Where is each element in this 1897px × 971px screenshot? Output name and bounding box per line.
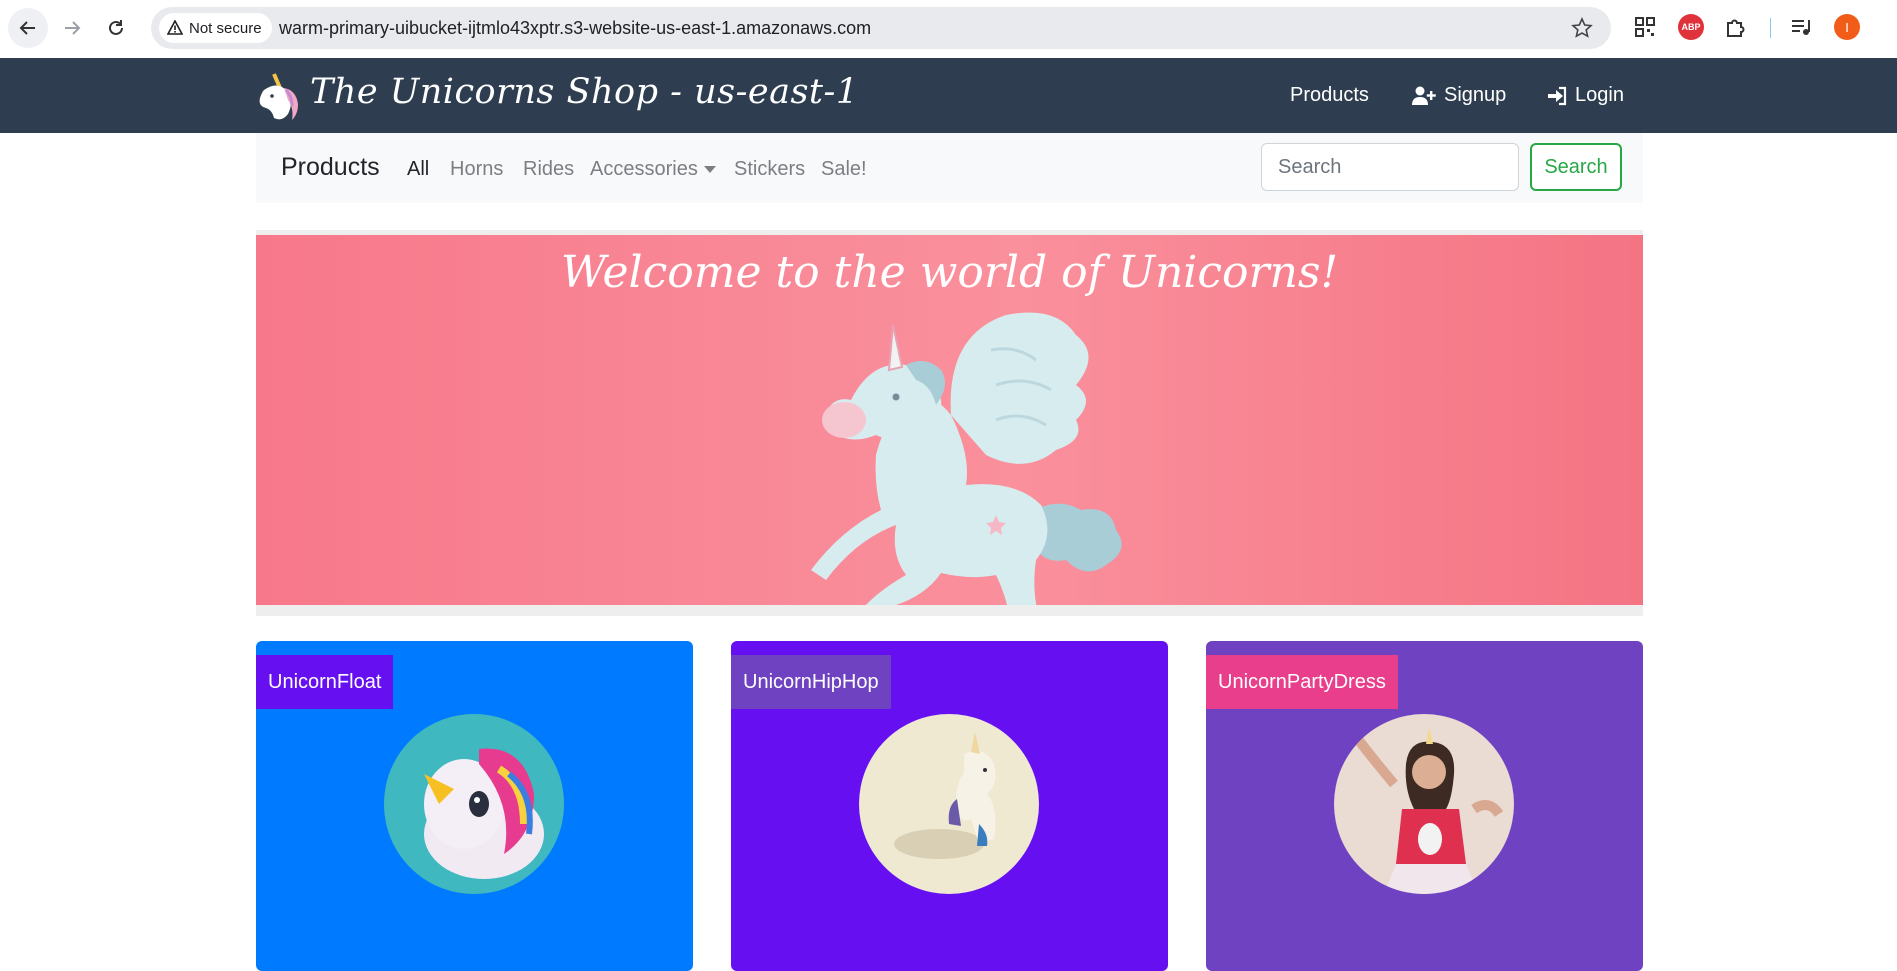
winged-unicorn-illustration xyxy=(811,312,1122,605)
site-brand-title[interactable]: The Unicorns Shop - us-east-1 xyxy=(310,72,859,112)
adblock-plus-icon[interactable]: ABP xyxy=(1678,14,1704,40)
security-chip[interactable]: Not secure xyxy=(159,13,272,43)
product-image-unicorn-float[interactable] xyxy=(384,714,564,894)
address-bar[interactable]: Not secure warm-primary-uibucket-ijtmlo4… xyxy=(151,7,1611,49)
product-card[interactable]: UnicornHipHop xyxy=(731,641,1168,971)
product-card-title[interactable]: UnicornFloat xyxy=(256,655,394,709)
product-image-unicorn-party-dress[interactable] xyxy=(1334,714,1514,894)
arrow-left-icon xyxy=(19,21,35,35)
browser-toolbar: Not secure warm-primary-uibucket-ijtmlo4… xyxy=(0,0,1897,58)
toolbar-divider xyxy=(1770,18,1771,38)
category-stickers[interactable]: Stickers xyxy=(734,158,805,181)
media-queue-icon[interactable] xyxy=(1788,14,1814,40)
bookmark-star-icon[interactable] xyxy=(1571,17,1593,39)
qr-code-icon[interactable] xyxy=(1632,14,1658,40)
security-label: Not secure xyxy=(189,19,262,37)
unicorn-logo-icon[interactable] xyxy=(254,70,302,124)
reload-icon xyxy=(109,20,123,35)
category-horns[interactable]: Horns xyxy=(450,158,503,181)
caret-down-icon xyxy=(703,166,716,174)
warning-icon xyxy=(167,20,183,35)
nav-signup-link[interactable]: Signup xyxy=(1412,84,1506,107)
nav-login-label: Login xyxy=(1575,84,1624,106)
category-all[interactable]: All xyxy=(407,158,429,181)
category-sale[interactable]: Sale! xyxy=(821,158,867,181)
hero-banner-image: Welcome to the world of Unicorns! xyxy=(256,235,1643,605)
category-accessories-dropdown[interactable]: Accessories xyxy=(590,158,716,181)
forward-button[interactable] xyxy=(52,8,92,48)
category-rides[interactable]: Rides xyxy=(523,158,574,181)
search-button[interactable]: Search xyxy=(1530,143,1622,191)
product-card-title[interactable]: UnicornHipHop xyxy=(731,655,891,709)
nav-products-label: Products xyxy=(1290,84,1369,106)
back-button[interactable] xyxy=(8,8,48,48)
search-input[interactable] xyxy=(1261,143,1519,191)
nav-login-link[interactable]: Login xyxy=(1547,84,1624,107)
reload-button[interactable] xyxy=(96,8,136,48)
url-text[interactable]: warm-primary-uibucket-ijtmlo43xptr.s3-we… xyxy=(279,18,871,39)
category-navbar-brand[interactable]: Products xyxy=(281,153,380,182)
product-card[interactable]: UnicornFloat xyxy=(256,641,693,971)
arrow-right-icon xyxy=(65,21,81,35)
category-navbar: Products All Horns Rides Accessories Sti… xyxy=(256,133,1643,203)
user-plus-icon xyxy=(1412,86,1436,105)
hero-banner: Welcome to the world of Unicorns! xyxy=(256,230,1643,616)
product-card[interactable]: UnicornPartyDress xyxy=(1206,641,1643,971)
product-card-title[interactable]: UnicornPartyDress xyxy=(1206,655,1398,709)
category-accessories-label: Accessories xyxy=(590,158,698,180)
product-image-unicorn-hiphop[interactable] xyxy=(859,714,1039,894)
puzzle-extensions-icon[interactable] xyxy=(1722,14,1748,40)
nav-products-link[interactable]: Products xyxy=(1290,84,1369,107)
sign-in-icon xyxy=(1548,86,1567,105)
hero-title: Welcome to the world of Unicorns! xyxy=(560,247,1339,298)
profile-avatar[interactable]: I xyxy=(1834,14,1860,40)
nav-signup-label: Signup xyxy=(1444,84,1507,106)
